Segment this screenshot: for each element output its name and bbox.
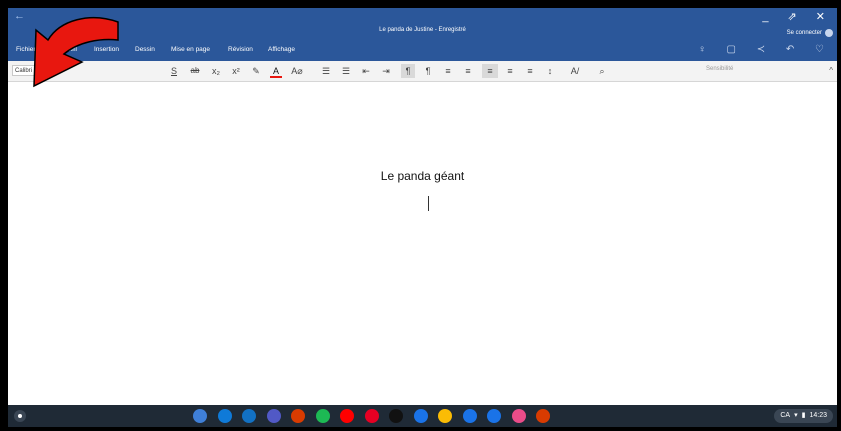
ribbon-collapse-icon[interactable]: ^ — [829, 66, 833, 75]
sign-in[interactable]: Se connecter — [787, 29, 833, 37]
tab-revision[interactable]: Révision — [228, 46, 253, 53]
align-left-icon[interactable]: ≡ — [462, 64, 474, 78]
tab-mise-en-page[interactable]: Mise en page — [171, 46, 210, 53]
text-cursor — [428, 196, 429, 211]
font-name-box[interactable]: Calibri (C — [12, 65, 54, 76]
font-color-icon[interactable]: A — [270, 64, 282, 78]
chromebook-screen: ← Le panda de Justine - Enregistré _ ⇗ ✕… — [8, 8, 837, 427]
show-marks-icon[interactable]: ¶ — [401, 64, 415, 78]
shelf-app-youtube-icon[interactable] — [340, 409, 354, 423]
title-bar: ← Le panda de Justine - Enregistré _ ⇗ ✕… — [8, 8, 837, 41]
justify-icon[interactable]: ≡ — [524, 64, 536, 78]
shelf-app-office-icon[interactable] — [291, 409, 305, 423]
tray-time: 14:23 — [809, 412, 827, 419]
line-spacing-icon[interactable]: ↕ — [544, 64, 556, 78]
shelf-app-onedrive-icon[interactable] — [217, 409, 232, 423]
tab-insertion[interactable]: Insertion — [94, 46, 119, 53]
back-arrow-icon[interactable]: ← — [14, 10, 25, 22]
menu-right-icons[interactable]: ♀ ▢ ≺ ↶ ♡ — [698, 44, 833, 55]
tab-dessin[interactable]: Dessin — [135, 46, 155, 53]
avatar-icon[interactable] — [825, 29, 833, 37]
sign-in-label[interactable]: Se connecter — [787, 30, 822, 36]
find-icon[interactable]: ⌕ — [596, 64, 608, 78]
shelf-app-camera-icon[interactable] — [511, 409, 526, 423]
sensitivity-button[interactable]: Sensibilité — [706, 66, 733, 72]
menu-bar: Fichier Accueil Insertion Dessin Mise en… — [8, 41, 837, 61]
shelf-app-app-grid-icon[interactable] — [193, 409, 207, 423]
align-right-icon[interactable]: ≡ — [504, 64, 516, 78]
highlight-icon[interactable]: ✎ — [250, 64, 262, 78]
rtl-icon[interactable]: ¶ — [422, 64, 434, 78]
ltr-icon[interactable]: ≡ — [442, 64, 454, 78]
shelf-app-pinterest-icon[interactable] — [364, 409, 379, 423]
numbering-icon[interactable]: ☰ — [340, 64, 352, 78]
shelf-app-teams-icon[interactable] — [266, 409, 281, 423]
ribbon-toolbar: Calibri (C S ab x₂ x² ✎ A A⌀ ☰ ☰ ⇤ ⇥ ¶ ¶… — [8, 61, 837, 82]
shelf-app-netflix-icon[interactable] — [389, 409, 403, 423]
tray-locale: CA — [780, 412, 791, 419]
clear-format-icon[interactable]: A⌀ — [290, 64, 304, 78]
document-heading[interactable]: Le panda géant — [8, 169, 837, 183]
subscript-icon[interactable]: x₂ — [210, 64, 222, 78]
shelf-app-office-2-icon[interactable] — [536, 409, 550, 423]
chromeos-shelf: CA ▾ ▮ 14:23 — [8, 405, 837, 427]
window-controls[interactable]: _ ⇗ ✕ — [762, 10, 833, 23]
shelf-app-chrome-icon[interactable] — [438, 409, 452, 423]
increase-indent-icon[interactable]: ⇥ — [380, 64, 392, 78]
tab-affichage[interactable]: Affichage — [268, 46, 295, 53]
bullets-icon[interactable]: ☰ — [320, 64, 332, 78]
document-title: Le panda de Justine - Enregistré — [379, 27, 466, 33]
wifi-icon: ▾ — [794, 412, 798, 419]
superscript-icon[interactable]: x² — [230, 64, 242, 78]
battery-icon: ▮ — [801, 412, 806, 419]
status-tray[interactable]: CA ▾ ▮ 14:23 — [774, 409, 833, 423]
tab-accueil[interactable]: Accueil — [56, 46, 77, 53]
align-center-icon[interactable]: ≡ — [482, 64, 498, 78]
launcher-icon[interactable] — [14, 410, 26, 422]
strikethrough-icon[interactable]: ab — [188, 64, 202, 78]
shelf-app-play-icon[interactable] — [413, 409, 428, 423]
shelf-app-spotify-icon[interactable] — [315, 409, 330, 423]
shelf-app-outlook-icon[interactable] — [242, 409, 256, 423]
styles-icon[interactable]: A/ — [568, 64, 582, 78]
tab-fichier[interactable]: Fichier — [16, 46, 36, 53]
shelf-app-settings-icon[interactable] — [487, 409, 501, 423]
strikethrough-s-icon[interactable]: S — [168, 64, 180, 78]
decrease-indent-icon[interactable]: ⇤ — [360, 64, 372, 78]
shelf-app-files-icon[interactable] — [462, 409, 477, 423]
